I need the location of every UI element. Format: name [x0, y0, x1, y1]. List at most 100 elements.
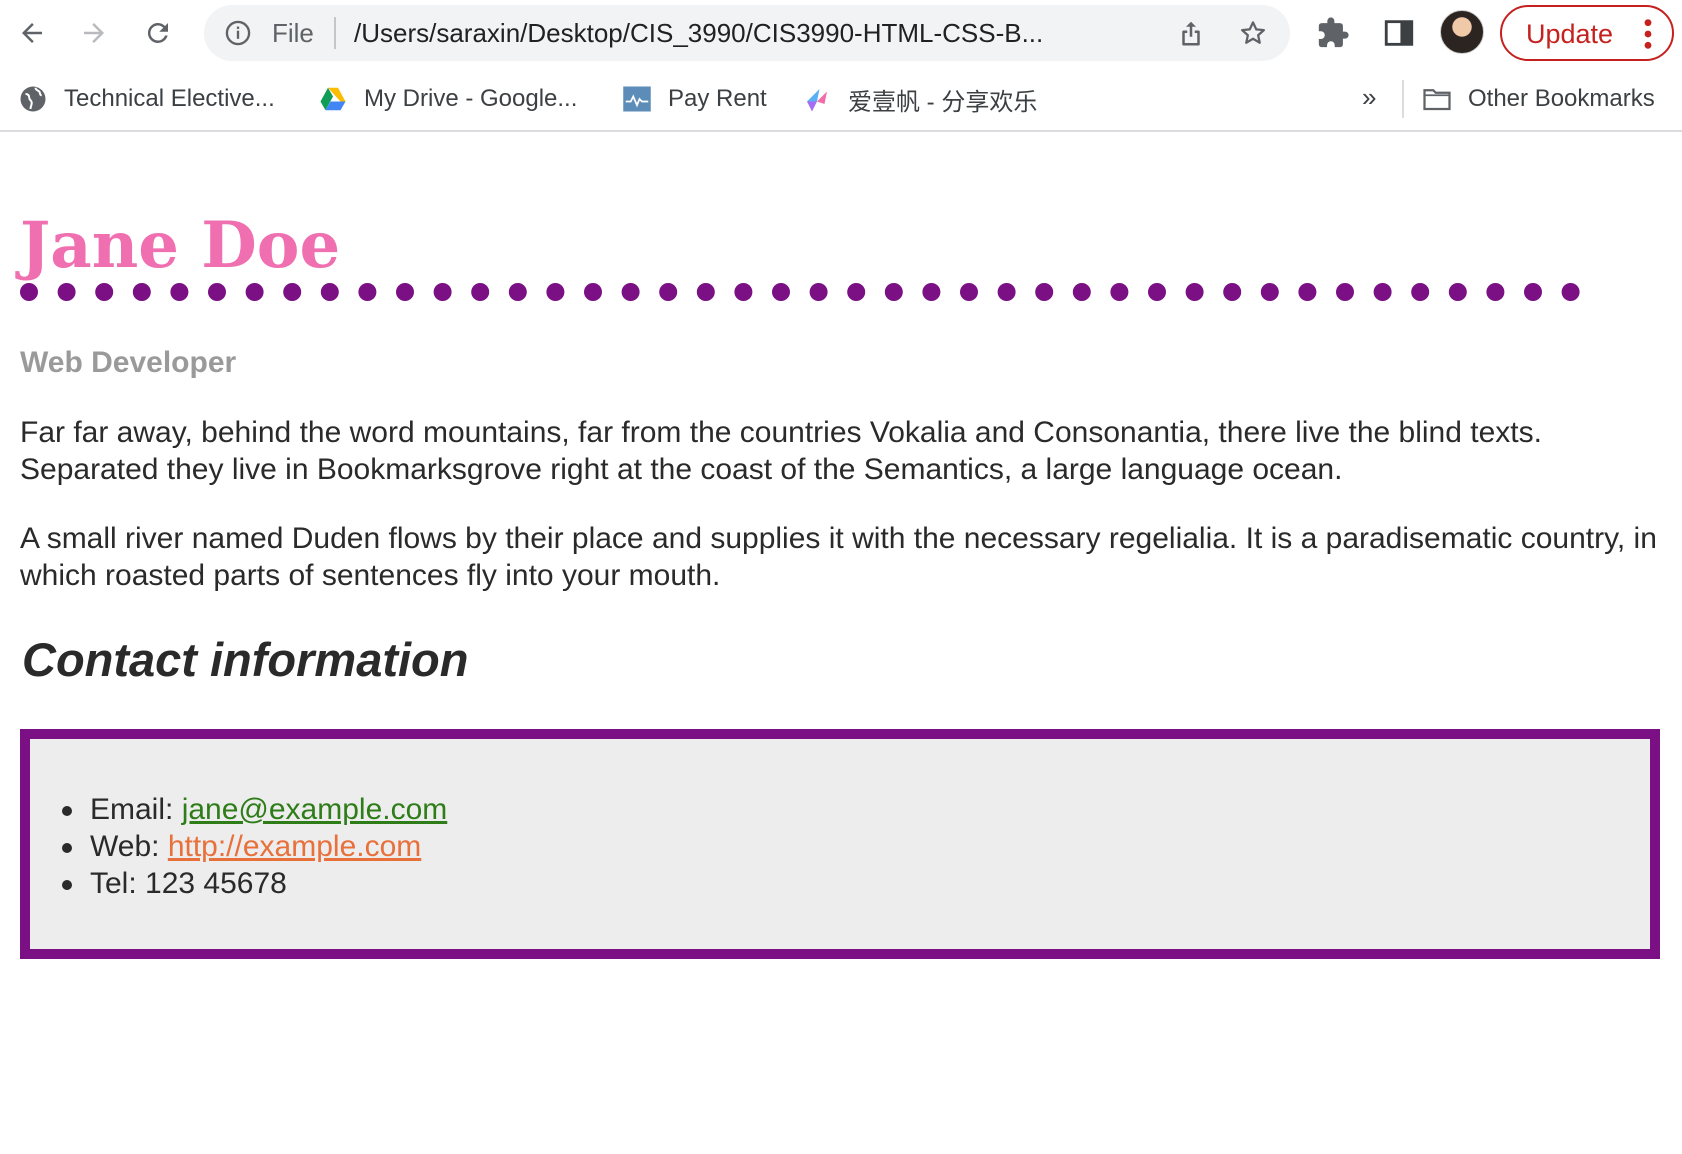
- divider-dot: [283, 283, 302, 301]
- divider-dot: [20, 283, 38, 301]
- divider-dot: [95, 283, 114, 301]
- list-item: Email: jane@example.com: [62, 791, 448, 828]
- divider-dot: [1411, 283, 1430, 301]
- update-label: Update: [1526, 19, 1614, 49]
- divider-dot: [997, 283, 1016, 301]
- bullet: [62, 880, 72, 890]
- website-link[interactable]: http://example.com: [168, 830, 421, 863]
- bookmark-pay-rent[interactable]: Pay Rent: [622, 82, 767, 116]
- kebab-menu-icon[interactable]: [1640, 17, 1656, 51]
- bookmark-technical-electives[interactable]: Technical Elective...: [18, 82, 275, 116]
- page-content: Jane Doe Web Developer Far far away, beh…: [0, 134, 1682, 1154]
- tel-label: Tel:: [90, 867, 146, 900]
- divider-dot: [1035, 283, 1054, 301]
- divider-dot: [1223, 283, 1242, 301]
- intro-paragraph: Far far away, behind the word mountains,…: [20, 416, 1542, 486]
- divider-dot: [1148, 283, 1166, 301]
- divider-dot: [1486, 283, 1505, 301]
- bookmarks-divider: [1402, 80, 1404, 118]
- google-drive-icon: [320, 87, 346, 111]
- tel-value: 123 45678: [145, 867, 287, 900]
- divider-dot: [546, 283, 565, 301]
- contact-list: Email: jane@example.com Web: http://exam…: [62, 791, 448, 902]
- divider-dot: [847, 283, 866, 301]
- folder-icon: [1423, 89, 1451, 111]
- browser-toolbar: File /Users/saraxin/Desktop/CIS_3990/CIS…: [0, 0, 1682, 66]
- divider-dot: [1298, 283, 1317, 301]
- divider-dot: [1185, 283, 1204, 301]
- bookmark-label: 爱壹帆 - 分享欢乐: [848, 88, 1038, 116]
- divider-dot: [1561, 283, 1580, 301]
- divider-dot: [396, 283, 414, 301]
- bullet: [62, 806, 72, 816]
- email-label: Email:: [90, 793, 182, 826]
- pay-rent-icon: [623, 86, 651, 112]
- divider-dot: [1524, 283, 1542, 301]
- intro-paragraph: A small river named Duden flows by their…: [20, 522, 1657, 592]
- divider-dot: [621, 283, 640, 301]
- divider-dot: [132, 283, 151, 301]
- divider-dot: [734, 283, 753, 301]
- divider-dot: [170, 283, 189, 301]
- bullet: [62, 843, 72, 853]
- divider-dot: [584, 283, 602, 301]
- back-arrow-icon: [22, 23, 42, 43]
- bookmark-label: Pay Rent: [668, 85, 767, 112]
- divider-dot: [433, 283, 452, 301]
- contact-heading: Contact information: [22, 633, 469, 686]
- bookmark-aiyifan[interactable]: 爱壹帆 - 分享欢乐: [802, 82, 1037, 116]
- divider-dot: [1336, 283, 1354, 301]
- divider-dot: [1448, 283, 1467, 301]
- contact-box: Email: jane@example.com Web: http://exam…: [20, 729, 1660, 959]
- divider-dot: [358, 283, 377, 301]
- scheme-label: File: [272, 18, 314, 48]
- divider-dot: [884, 283, 903, 301]
- divider-dot: [772, 283, 790, 301]
- email-link[interactable]: jane@example.com: [182, 793, 448, 826]
- divider-dot: [471, 283, 490, 301]
- list-item: Web: http://example.com: [62, 828, 447, 865]
- divider-dot: [960, 283, 978, 301]
- info-icon[interactable]: [224, 19, 252, 47]
- bookmark-my-drive[interactable]: My Drive - Google...: [318, 82, 577, 116]
- other-bookmarks-button[interactable]: Other Bookmarks: [1422, 82, 1655, 116]
- divider-dot: [1260, 283, 1279, 301]
- list-item: Tel: 123 45678: [62, 865, 447, 902]
- address-bar[interactable]: File /Users/saraxin/Desktop/CIS_3990/CIS…: [204, 5, 1290, 61]
- aiyifan-icon: [807, 89, 827, 112]
- divider-dot: [809, 283, 828, 301]
- divider-dot: [696, 283, 715, 301]
- bookmark-label: Other Bookmarks: [1468, 85, 1655, 112]
- omnibox-divider: [334, 17, 336, 49]
- bookmarks-overflow-button[interactable]: »: [1362, 82, 1376, 113]
- side-panel-icon[interactable]: [1382, 16, 1416, 50]
- forward-button[interactable]: [74, 13, 114, 53]
- reload-icon: [147, 22, 168, 43]
- reload-button[interactable]: [138, 13, 178, 53]
- divider-dot: [922, 283, 941, 301]
- divider-dot: [659, 283, 678, 301]
- divider-dot: [1072, 283, 1091, 301]
- update-button[interactable]: Update: [1500, 5, 1674, 61]
- forward-arrow-icon: [84, 23, 104, 43]
- url-text[interactable]: /Users/saraxin/Desktop/CIS_3990/CIS3990-…: [354, 18, 1144, 49]
- page-title: Jane Doe: [20, 208, 341, 283]
- star-icon[interactable]: [1238, 18, 1268, 48]
- globe-icon: [20, 86, 46, 112]
- job-title: Web Developer: [20, 346, 237, 379]
- divider-dot: [320, 283, 339, 301]
- divider-dot: [1110, 283, 1129, 301]
- dotted-divider: [20, 283, 1580, 301]
- bookmark-label: My Drive - Google...: [364, 85, 578, 112]
- bookmark-label: Technical Elective...: [64, 85, 275, 112]
- divider-dot: [1373, 283, 1392, 301]
- divider-dot: [57, 283, 76, 301]
- divider-dot: [245, 283, 264, 301]
- divider-dot: [508, 283, 527, 301]
- profile-avatar[interactable]: [1440, 10, 1484, 54]
- back-button[interactable]: [12, 13, 52, 53]
- puzzle-icon[interactable]: [1316, 16, 1350, 50]
- share-icon[interactable]: [1176, 18, 1206, 48]
- web-label: Web:: [90, 830, 168, 863]
- divider-dot: [208, 283, 226, 301]
